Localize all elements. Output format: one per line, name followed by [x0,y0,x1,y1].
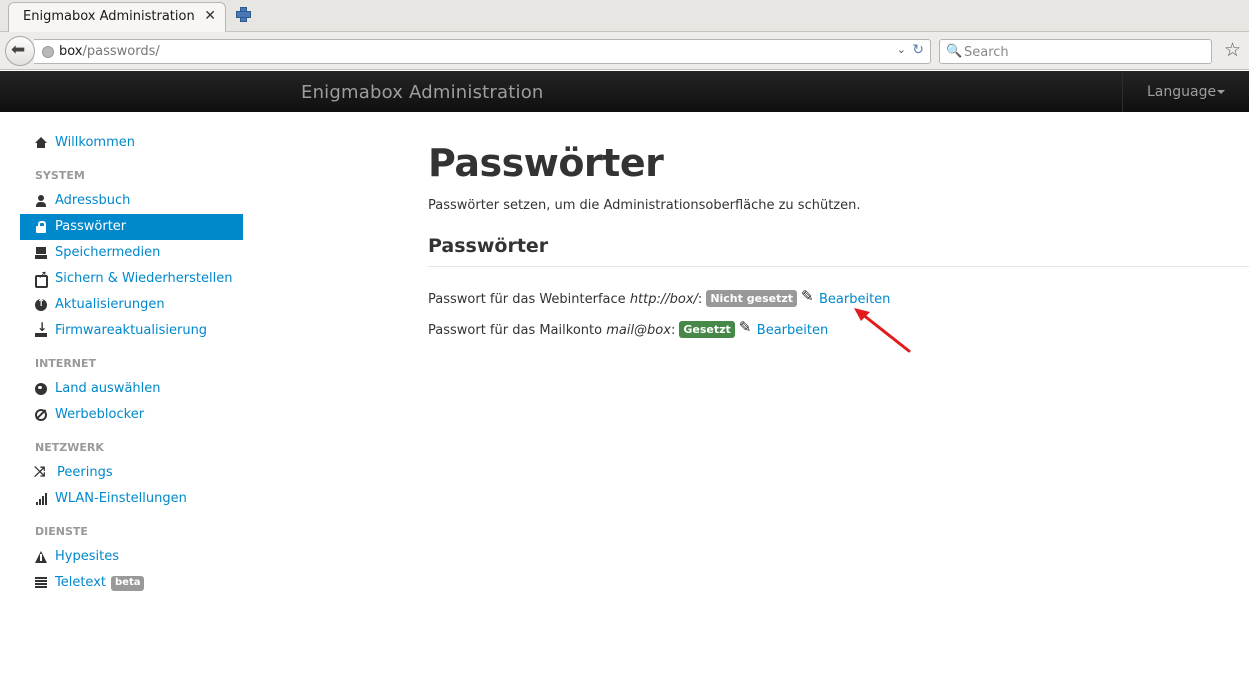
sidebar-item-passwoerter[interactable]: Passwörter [20,214,243,240]
url-host: box [59,44,83,59]
search-icon: 🔍 [946,44,963,59]
sidebar-item-label: Sichern & Wiederherstellen [55,271,233,286]
globe-icon [35,383,47,395]
sidebar-item-label: Aktualisierungen [55,297,165,312]
road-icon [35,551,47,563]
page-topbar: Enigmabox Administration Language [0,71,1249,112]
sidebar-item-wlan-einstellungen[interactable]: WLAN-Einstellungen [20,486,243,512]
page-title: Passwörter [428,141,664,185]
password-row-webinterface: Passwort für das Webinterface http://box… [428,286,1249,310]
status-badge-not-set: Nicht gesetzt [706,290,797,307]
download-icon [35,321,47,337]
user-icon [35,195,47,207]
teletext-label: Teletext [55,575,106,590]
url-bar[interactable]: box/passwords/ ⌄ ↻ [34,39,931,64]
bookmark-star-icon[interactable]: ☆ [1224,39,1241,61]
share-icon [35,269,48,288]
password-row-mailkonto: Passwort für das Mailkonto mail@box: Gese… [428,317,1249,341]
annotation-arrow [854,308,911,353]
signal-icon [35,493,47,505]
sidebar-item-willkommen[interactable]: Willkommen [20,130,243,156]
back-button[interactable]: ⬅ [5,36,35,66]
password-row-label: Passwort für das Webinterface [428,292,630,307]
url-path: /passwords/ [82,44,160,59]
shuffle-icon [34,464,47,480]
sidebar-item-label: Passwörter [55,219,127,234]
password-row-target: mail@box [606,323,671,338]
sidebar-header-internet: INTERNET [35,357,97,370]
lock-icon [35,221,47,233]
sidebar-item-hypesites[interactable]: Hypesites [20,544,243,570]
new-tab-icon[interactable] [235,6,251,22]
sidebar-item-speichermedien[interactable]: Speichermedien [20,240,243,266]
sidebar-header-system: SYSTEM [35,169,85,182]
language-dropdown[interactable]: Language [1122,71,1249,112]
beta-badge: beta [111,576,145,591]
sidebar-item-adressbuch[interactable]: Adressbuch [20,188,243,214]
home-icon [35,137,47,148]
browser-tab[interactable]: Enigmabox Administration ✕ [8,2,226,32]
sidebar-item-label: Willkommen [55,135,135,150]
url-history-dropdown-icon[interactable]: ⌄ [897,43,906,56]
caret-down-icon [1217,90,1225,94]
browser-navbar: box/passwords/ ⌄ ↻ ⬅ 🔍 ☆ [0,32,1249,70]
sidebar-item-teletext[interactable]: Teletext beta [20,570,243,596]
sidebar-item-label: Werbeblocker [55,407,145,422]
sidebar-item-firmwareaktualisierung[interactable]: Firmwareaktualisierung [20,318,243,344]
sidebar-item-label: Teletext beta [55,570,145,596]
language-label: Language [1147,84,1217,100]
page-lead: Passwörter setzen, um die Administration… [428,198,861,213]
sidebar-nav: Willkommen SYSTEM Adressbuch Passwörter … [20,130,243,596]
sidebar-item-label: Firmwareaktualisierung [55,323,208,338]
site-identity-icon[interactable] [42,46,54,58]
arrow-up-circle-icon [35,298,47,311]
sidebar-item-peerings[interactable]: Peerings [20,460,243,486]
section-title: Passwörter [428,234,1249,267]
edit-link-mailkonto[interactable]: Bearbeiten [757,323,828,338]
sidebar-header-dienste: DIENSTE [35,525,88,538]
sidebar-item-label: Speichermedien [55,245,161,260]
password-row-target: http://box/ [629,292,698,307]
password-row-label: Passwort für das Mailkonto [428,323,607,338]
sidebar-item-label: Peerings [57,465,113,480]
sidebar-item-label: Adressbuch [55,193,131,208]
url-text[interactable]: box/passwords/ [59,44,160,59]
status-badge-set: Gesetzt [679,321,735,338]
ban-icon [35,409,47,421]
tab-title: Enigmabox Administration [23,9,195,24]
browser-search-input[interactable] [964,43,1204,61]
tab-close-icon[interactable]: ✕ [204,8,216,24]
hdd-icon [35,247,47,259]
reload-icon[interactable]: ↻ [912,42,924,58]
browser-search-bar[interactable]: 🔍 [939,39,1212,64]
back-arrow-icon: ⬅ [11,40,26,60]
list-icon [35,577,47,589]
pencil-icon [739,317,753,337]
sidebar-item-sichern[interactable]: Sichern & Wiederherstellen [20,266,243,292]
sidebar-item-label: WLAN-Einstellungen [55,491,187,506]
browser-tabstrip: Enigmabox Administration ✕ [0,0,1249,32]
pencil-icon [801,286,815,306]
sidebar-header-netzwerk: NETZWERK [35,441,104,454]
sidebar-item-aktualisierungen[interactable]: Aktualisierungen [20,292,243,318]
sidebar-item-label: Hypesites [55,549,119,564]
main-content: Passwörter Passwörter setzen, um die Adm… [428,140,1249,341]
sidebar-item-land-auswaehlen[interactable]: Land auswählen [20,376,243,402]
brand-title[interactable]: Enigmabox Administration [301,82,544,103]
sidebar-item-werbeblocker[interactable]: Werbeblocker [20,402,243,428]
sidebar-item-label: Land auswählen [55,381,161,396]
